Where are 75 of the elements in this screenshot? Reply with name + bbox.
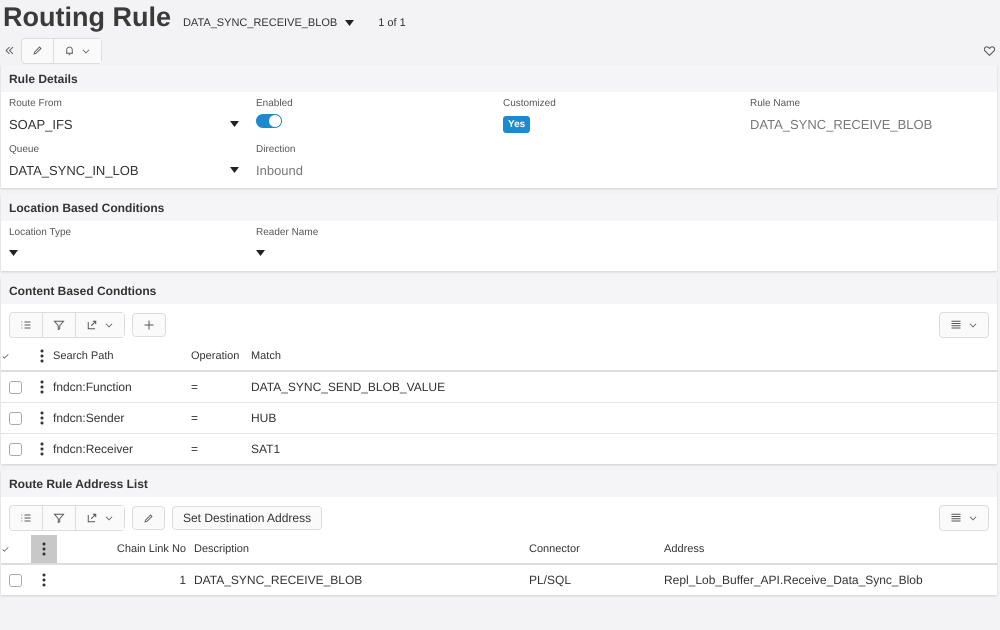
column-header[interactable]: Operation — [191, 350, 251, 362]
more-options-icon[interactable] — [40, 380, 44, 394]
more-options-icon[interactable] — [40, 411, 44, 425]
more-options-icon[interactable] — [40, 349, 44, 363]
table-cell-text: PL/SQL — [529, 573, 572, 587]
page-title: Routing Rule — [3, 2, 171, 33]
table-cell-text: DATA_SYNC_RECEIVE_BLOB — [194, 573, 364, 587]
check-icon — [1, 544, 10, 554]
column-header[interactable]: Description — [194, 543, 529, 555]
pencil-icon — [143, 512, 154, 524]
list-icon — [20, 512, 32, 524]
record-count: 1 of 1 — [378, 17, 406, 29]
section-header: Content Based Condtions — [1, 277, 997, 304]
more-options-icon[interactable] — [42, 542, 46, 556]
export-icon — [86, 319, 98, 331]
field-value: DATA_SYNC_RECEIVE_BLOB — [750, 116, 934, 134]
pencil-icon — [32, 45, 43, 56]
lines-icon — [950, 319, 962, 331]
table-cell-text: 1 — [178, 573, 187, 587]
section-header: Location Based Conditions — [1, 194, 997, 221]
dropdown-field[interactable]: DATA_SYNC_IN_LOB — [9, 160, 239, 180]
list-icon — [20, 319, 32, 331]
heart-icon — [983, 44, 996, 57]
double-chevron-left-icon — [4, 45, 15, 56]
set-destination-address-button[interactable]: Set Destination Address — [172, 506, 322, 530]
filter-icon — [53, 319, 65, 331]
field-label: Direction — [256, 144, 296, 155]
edit-button[interactable] — [132, 506, 165, 530]
table-cell-text: = — [191, 411, 200, 425]
lines-icon — [950, 512, 962, 524]
column-header[interactable]: Chain Link No — [57, 543, 194, 555]
section-header: Route Rule Address List — [1, 470, 997, 497]
field-label: Rule Name — [750, 98, 802, 109]
field-label: Queue — [9, 144, 40, 155]
table-cell-text: fndcn:Receiver — [53, 442, 134, 456]
table-cell-text: HUB — [251, 411, 278, 425]
dropdown-field[interactable]: SOAP_IFS — [9, 114, 239, 134]
row-checkbox[interactable] — [9, 442, 22, 456]
column-header[interactable]: Connector — [529, 543, 664, 555]
section-header: Rule Details — [1, 65, 997, 92]
record-selector[interactable]: DATA_SYNC_RECEIVE_BLOB — [182, 17, 354, 29]
column-header[interactable]: Address — [664, 543, 997, 555]
caret-down-icon — [230, 121, 239, 127]
plus-icon — [143, 319, 155, 331]
table-cell-text: = — [191, 380, 200, 394]
toggle-switch[interactable] — [256, 114, 282, 128]
table-cell-text: fndcn:Sender — [53, 411, 126, 425]
row-checkbox[interactable] — [9, 574, 22, 586]
row-checkbox[interactable] — [9, 380, 22, 394]
caret-down-icon — [345, 20, 354, 26]
export-icon — [86, 512, 98, 524]
field-label: Reader Name — [256, 227, 320, 238]
caret-down-icon — [256, 250, 265, 256]
table-cell-text: SAT1 — [251, 442, 282, 456]
bell-icon — [64, 45, 75, 56]
column-header[interactable]: Search Path — [53, 350, 191, 362]
field-value: Inbound — [256, 162, 304, 180]
field-label: Route From — [9, 98, 63, 109]
row-checkbox[interactable] — [9, 412, 22, 424]
table-cell-text: DATA_SYNC_SEND_BLOB_VALUE — [251, 380, 446, 394]
filter-icon — [53, 512, 65, 524]
field-label: Location Type — [9, 227, 72, 238]
more-options-icon[interactable] — [40, 442, 44, 456]
table-cell-text: Repl_Lob_Buffer_API.Receive_Data_Sync_Blob — [664, 573, 924, 587]
column-header[interactable]: Match — [251, 350, 997, 362]
add-button[interactable] — [132, 313, 166, 337]
caret-down-icon — [9, 250, 18, 256]
field-label: Customized — [503, 98, 557, 109]
field-label: Enabled — [256, 98, 294, 109]
more-options-icon[interactable] — [42, 573, 46, 587]
table-cell-text: fndcn:Function — [53, 380, 133, 394]
caret-down-icon — [230, 167, 239, 173]
table-cell-text: = — [191, 442, 200, 456]
check-icon — [1, 352, 10, 360]
status-badge: Yes — [503, 116, 530, 133]
